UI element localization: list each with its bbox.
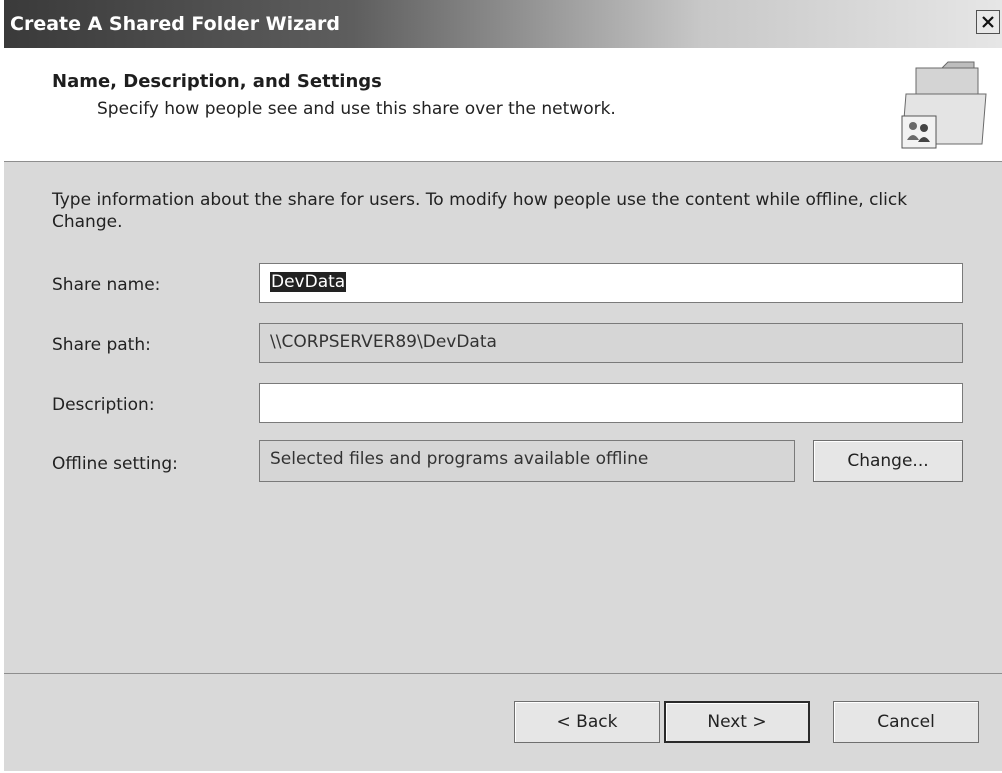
back-button[interactable]: < Back — [514, 701, 660, 743]
offline-setting-label: Offline setting: — [52, 454, 178, 474]
cancel-button[interactable]: Cancel — [833, 701, 979, 743]
description-label: Description: — [52, 395, 155, 415]
page-title: Name, Description, and Settings — [52, 71, 382, 92]
wizard-window: Create A Shared Folder Wizard Name, Desc… — [4, 0, 1002, 771]
close-icon — [982, 16, 994, 28]
window-title: Create A Shared Folder Wizard — [10, 13, 340, 35]
wizard-header: Name, Description, and Settings Specify … — [4, 48, 1002, 162]
shared-folder-icon — [901, 61, 987, 149]
description-input[interactable] — [259, 383, 963, 423]
wizard-body: Type information about the share for use… — [4, 162, 1002, 673]
page-subtitle: Specify how people see and use this shar… — [97, 99, 616, 119]
close-button[interactable] — [976, 10, 1000, 34]
instructions-text: Type information about the share for use… — [52, 190, 908, 232]
next-button[interactable]: Next > — [664, 701, 810, 743]
offline-setting-value: Selected files and programs available of… — [270, 449, 649, 469]
share-path-value: \\CORPSERVER89\DevData — [270, 332, 497, 352]
wizard-footer: < Back Next > Cancel — [4, 673, 1002, 771]
share-name-input[interactable]: DevData — [259, 263, 963, 303]
share-path-field: \\CORPSERVER89\DevData — [259, 323, 963, 363]
share-path-label: Share path: — [52, 335, 151, 355]
offline-setting-field: Selected files and programs available of… — [259, 440, 795, 482]
change-button[interactable]: Change... — [813, 440, 963, 482]
share-name-label: Share name: — [52, 275, 161, 295]
title-bar: Create A Shared Folder Wizard — [4, 0, 1002, 48]
share-name-value: DevData — [270, 272, 347, 292]
